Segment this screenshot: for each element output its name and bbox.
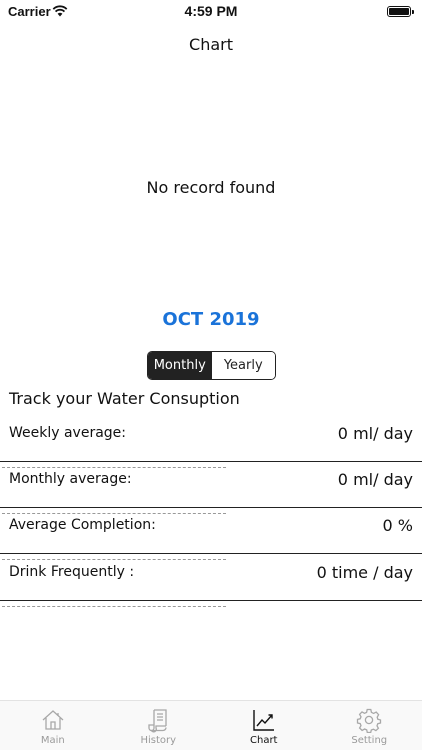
tab-main[interactable]: Main <box>0 701 106 750</box>
stat-value: 0 ml/ day <box>337 424 413 443</box>
divider <box>0 553 422 554</box>
stat-label: Drink Frequently : <box>9 564 135 580</box>
chart-line-icon <box>253 710 274 731</box>
stat-value: 0 time / day <box>316 563 413 582</box>
page-title: Chart <box>189 35 233 54</box>
battery-icon <box>387 6 414 17</box>
divider-dashed <box>2 513 226 514</box>
divider-dashed <box>2 606 226 607</box>
divider-dashed <box>2 559 226 560</box>
period-label: OCT 2019 <box>162 309 260 330</box>
period-segmented-control: Monthly Yearly <box>147 351 276 380</box>
stat-row-weekly-average: Weekly average: 0 ml/ day <box>0 424 422 471</box>
stat-label: Monthly average: <box>9 471 132 487</box>
divider-dashed <box>2 467 226 468</box>
tab-chart[interactable]: Chart <box>211 701 317 750</box>
status-bar: Carrier 4:59 PM <box>0 0 422 24</box>
segment-yearly[interactable]: Yearly <box>211 352 275 379</box>
stats-title: Track your Water Consuption <box>9 389 240 408</box>
stat-value: 0 % <box>382 516 413 535</box>
chart-empty-message: No record found <box>146 178 276 197</box>
tab-label: Setting <box>351 735 388 746</box>
tab-bar: Main History Chart Setting <box>0 700 422 750</box>
stat-row-drink-frequently: Drink Frequently : 0 time / day <box>0 563 422 610</box>
stat-label: Average Completion: <box>9 517 156 533</box>
home-icon <box>42 710 64 730</box>
segment-monthly[interactable]: Monthly <box>148 352 212 379</box>
divider <box>0 507 422 508</box>
divider <box>0 461 422 462</box>
tab-history[interactable]: History <box>106 701 212 750</box>
stat-row-average-completion: Average Completion: 0 % <box>0 516 422 563</box>
stat-row-monthly-average: Monthly average: 0 ml/ day <box>0 470 422 517</box>
status-time: 4:59 PM <box>184 3 238 19</box>
stat-label: Weekly average: <box>9 425 127 441</box>
tab-label: History <box>140 735 177 746</box>
stat-value: 0 ml/ day <box>337 470 413 489</box>
gear-icon <box>357 708 382 733</box>
tab-label: Chart <box>250 735 278 746</box>
tab-label: Main <box>40 735 65 746</box>
tab-setting[interactable]: Setting <box>317 701 422 750</box>
divider <box>0 600 422 601</box>
scroll-icon <box>148 709 167 733</box>
